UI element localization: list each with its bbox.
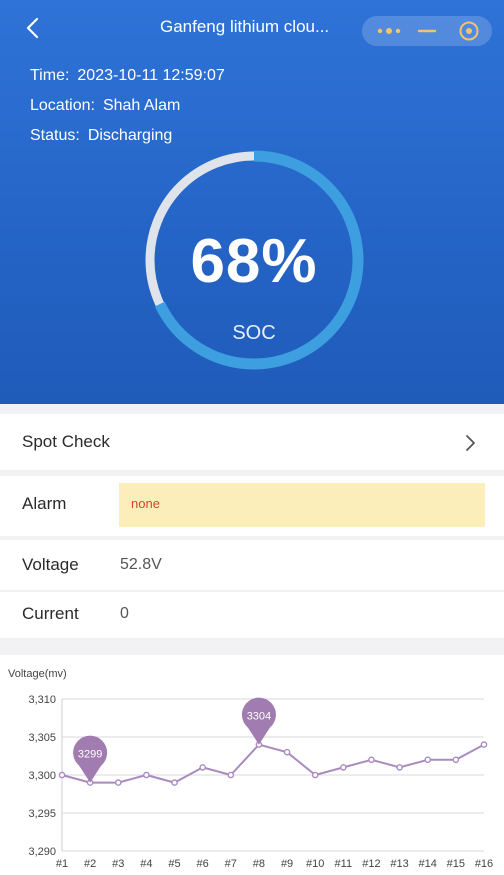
app-title: Ganfeng lithium clou...: [160, 17, 330, 36]
location-label: Location:: [30, 97, 95, 114]
more-dots-icon: [377, 28, 401, 34]
data-point: [283, 748, 291, 756]
data-point: [368, 756, 375, 764]
x-tick-label: #1: [56, 858, 68, 870]
data-point: [424, 756, 432, 764]
time-label: Time:: [30, 67, 70, 84]
current-value: 0: [120, 605, 129, 622]
soc-gauge: 68% SOC: [140, 146, 368, 374]
y-tick-label: 3,305: [28, 732, 56, 744]
x-tick-label: #14: [419, 858, 437, 870]
marker-label: 3299: [78, 749, 102, 761]
voltage-label: Voltage: [22, 555, 79, 574]
data-point: [340, 764, 347, 771]
data-point: [396, 764, 403, 771]
alarm-row: Alarm none: [0, 476, 504, 536]
x-tick-label: #2: [84, 858, 96, 870]
x-tick-label: #4: [140, 858, 152, 870]
data-point: [58, 771, 66, 779]
status-value: Discharging: [87, 127, 173, 144]
voltage-series-line: [61, 743, 485, 784]
target-close-icon: [459, 21, 479, 41]
location-value: Shah Alam: [102, 97, 181, 114]
current-row: Current 0: [0, 592, 504, 638]
x-tick-label: #10: [306, 858, 324, 870]
soc-value: 68%: [190, 227, 318, 296]
current-label: Current: [22, 604, 79, 623]
x-tick-label: #6: [197, 858, 209, 870]
alarm-value: none: [131, 496, 160, 511]
x-tick-label: #11: [335, 858, 353, 870]
back-button[interactable]: [18, 13, 48, 43]
y-tick-label: 3,290: [28, 846, 56, 858]
marker-layer: 3299 3304: [73, 697, 276, 783]
x-tick-label: #9: [281, 858, 293, 870]
close-button[interactable]: [458, 16, 480, 46]
label-layer: Voltage(mv) 3,290 3,295 3,300 3,305 3,310 #1 #2…: [8, 668, 493, 870]
chevron-left-icon: [26, 17, 39, 39]
line-layer: [61, 743, 485, 784]
y-tick-label: 3,310: [28, 694, 56, 706]
data-point: [199, 764, 206, 771]
x-tick-label: #13: [390, 858, 408, 870]
alarm-label: Alarm: [22, 494, 67, 513]
spot-check-row[interactable]: Spot Check: [0, 414, 504, 470]
y-axis-title: Voltage(mv): [8, 668, 67, 680]
x-tick-label: #15: [447, 858, 465, 870]
minus-icon: [417, 29, 437, 33]
voltage-row: Voltage 52.8V: [0, 540, 504, 590]
location-info: Location: Shah Alam: [30, 97, 180, 115]
data-point: [227, 771, 235, 779]
time-info: Time: 2023-10-11 12:59:07: [30, 67, 225, 85]
cell-voltage-chart: 3299 3304 Voltage(mv) 3,290 3,295 3,300 3,305…: [0, 655, 504, 875]
data-point: [171, 779, 178, 786]
more-options-button[interactable]: [372, 16, 406, 46]
alarm-status-box: none: [119, 483, 485, 527]
y-tick-label: 3,295: [28, 808, 56, 820]
marker-label: 3304: [247, 711, 271, 723]
minimize-button[interactable]: [416, 16, 438, 46]
x-tick-label: #3: [112, 858, 124, 870]
x-tick-label: #16: [475, 858, 493, 870]
data-point: [114, 779, 122, 786]
x-tick-label: #5: [168, 858, 180, 870]
x-tick-label: #8: [253, 858, 265, 870]
time-value: 2023-10-11 12:59:07: [77, 67, 225, 84]
line-chart: 3299 3304 Voltage(mv) 3,290 3,295 3,300 3,305…: [8, 668, 493, 870]
chevron-right-icon: [466, 435, 475, 451]
status-info: Status: Discharging: [30, 127, 172, 145]
title-bar: Ganfeng lithium clou...: [0, 0, 504, 56]
data-point: [143, 771, 150, 779]
voltage-value: 52.8V: [120, 556, 162, 573]
status-label: Status:: [30, 127, 80, 144]
data-point: [311, 771, 319, 779]
spot-check-label: Spot Check: [22, 432, 110, 451]
battery-status-header: Ganfeng lithium clou... Time: 2023-10-11…: [0, 0, 504, 404]
x-tick-label: #12: [362, 858, 380, 870]
data-point: [452, 756, 460, 764]
mini-program-capsule: [362, 16, 492, 46]
y-tick-label: 3,300: [28, 770, 56, 782]
soc-label: SOC: [232, 322, 276, 344]
data-point: [480, 741, 488, 748]
x-tick-label: #7: [225, 858, 237, 870]
